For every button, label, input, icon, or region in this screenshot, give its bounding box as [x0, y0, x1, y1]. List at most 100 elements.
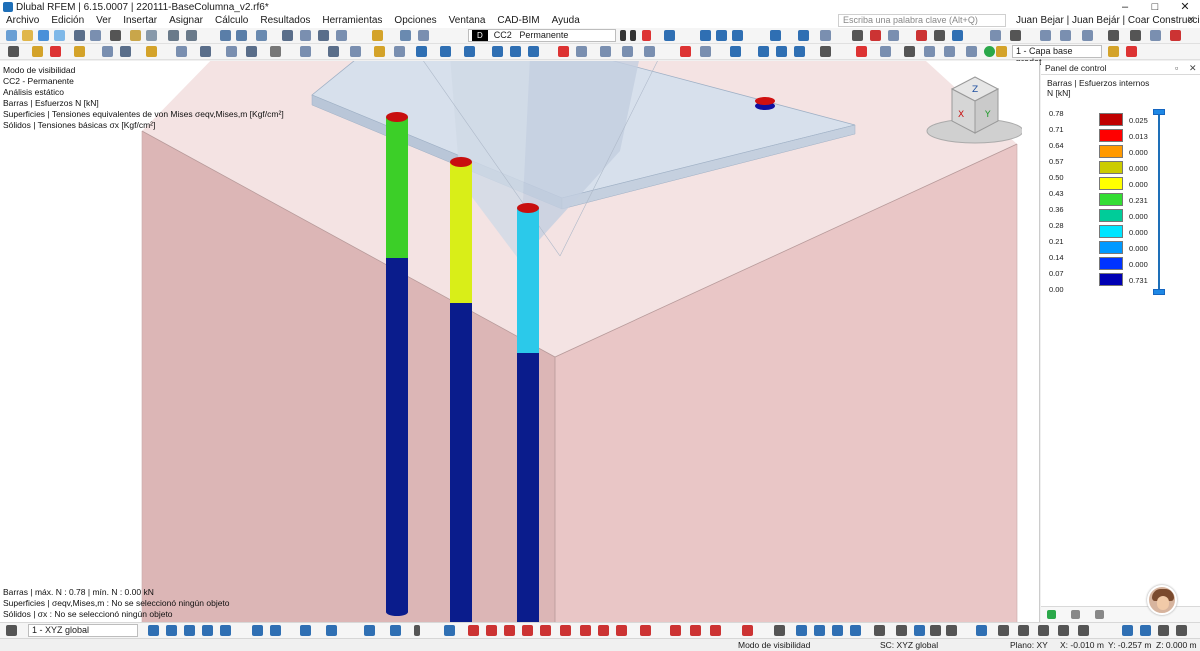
guideline-icon[interactable] — [300, 625, 311, 636]
arc-icon[interactable] — [486, 625, 497, 636]
isolines-icon[interactable] — [776, 46, 787, 57]
menu-ver[interactable]: Ver — [90, 14, 117, 28]
surface-view-icon[interactable] — [904, 46, 915, 57]
zoom-window-icon[interactable] — [600, 46, 611, 57]
menu-ventana[interactable]: Ventana — [443, 14, 492, 28]
ortho-grid-icon[interactable] — [1176, 625, 1187, 636]
filter-icon[interactable] — [870, 30, 881, 41]
view-modes-icon[interactable] — [1060, 30, 1071, 41]
snap-grid-icon[interactable] — [148, 625, 159, 636]
results-icon[interactable] — [642, 30, 651, 41]
display-icon[interactable] — [952, 30, 963, 41]
delete-icon[interactable] — [916, 30, 927, 41]
legend-max-handle[interactable] — [1153, 109, 1165, 115]
print-graphic-icon[interactable] — [318, 30, 329, 41]
load-icon[interactable] — [200, 46, 211, 57]
intersect-icon[interactable] — [598, 625, 609, 636]
light-icon[interactable] — [820, 46, 831, 57]
model-icon[interactable] — [282, 30, 293, 41]
extremes-icon[interactable] — [732, 30, 743, 41]
guide-icon[interactable] — [990, 30, 1001, 41]
user-avatar[interactable] — [1147, 585, 1177, 615]
numbering-icon[interactable] — [794, 46, 805, 57]
nurbs-icon[interactable] — [580, 625, 591, 636]
view-y-icon[interactable] — [510, 46, 521, 57]
angle-lock-icon[interactable] — [976, 625, 987, 636]
line-filter-icon[interactable] — [700, 46, 711, 57]
animation-icon[interactable] — [798, 30, 809, 41]
pan-icon[interactable] — [622, 46, 633, 57]
perpendicular-icon[interactable] — [390, 625, 401, 636]
node-filter-icon[interactable] — [680, 46, 691, 57]
menu-calculo[interactable]: Cálculo — [209, 14, 254, 28]
clipping-icon[interactable] — [1170, 30, 1181, 41]
mirror-icon[interactable] — [246, 46, 257, 57]
layer-selector[interactable]: 1 - Capa base predet... — [1012, 45, 1102, 67]
print-icon[interactable] — [110, 30, 121, 41]
keyword-search-input[interactable]: Escriba una palabra clave (Alt+Q) — [838, 14, 1006, 27]
orbit-icon[interactable] — [644, 46, 655, 57]
load-case-selector[interactable]: D CC2 Permanente — [468, 29, 616, 42]
menu-ayuda[interactable]: Ayuda — [546, 14, 586, 28]
menu-insertar[interactable]: Insertar — [117, 14, 163, 28]
open-file-icon[interactable] — [22, 30, 33, 41]
member-icon[interactable] — [50, 46, 61, 57]
extend-icon[interactable] — [616, 625, 627, 636]
zoom-all-icon[interactable] — [576, 46, 587, 57]
split-view-icon[interactable] — [236, 30, 247, 41]
cloud-icon[interactable] — [54, 30, 65, 41]
work-plane-icon[interactable] — [1010, 30, 1021, 41]
endpoint-icon[interactable] — [1078, 625, 1089, 636]
line-style-icon[interactable] — [1082, 30, 1093, 41]
grid-points-icon[interactable] — [1140, 625, 1151, 636]
snap-node-icon[interactable] — [166, 625, 177, 636]
work-plane-snap-icon[interactable] — [850, 625, 861, 636]
view-layout-icon[interactable] — [220, 30, 231, 41]
measure-angle-icon[interactable] — [998, 625, 1009, 636]
support-icon[interactable] — [146, 46, 157, 57]
line-draw-icon[interactable] — [444, 625, 455, 636]
legend-icon[interactable] — [758, 46, 769, 57]
grid-lines-icon[interactable] — [1158, 625, 1169, 636]
polyline-icon[interactable] — [468, 625, 479, 636]
result-values-icon[interactable] — [716, 30, 727, 41]
opening-icon[interactable] — [120, 46, 131, 57]
offset-icon[interactable] — [690, 625, 701, 636]
redo-icon[interactable] — [186, 30, 197, 41]
node-icon[interactable] — [8, 46, 19, 57]
panel-float-icon[interactable]: ▫ — [1175, 61, 1178, 75]
restore-doc-icon[interactable]: ▫ — [1166, 14, 1180, 28]
dxf-icon[interactable] — [372, 30, 383, 41]
quadrant-icon[interactable] — [1058, 625, 1069, 636]
screenshot-icon[interactable] — [336, 30, 347, 41]
3d-viewport[interactable]: Modo de visibilidad CC2 - Permanente Aná… — [0, 61, 1040, 622]
cs-snap-icon[interactable] — [832, 625, 843, 636]
parallel-icon[interactable] — [414, 625, 420, 636]
ortho-icon[interactable] — [796, 625, 807, 636]
divide-icon[interactable] — [328, 46, 339, 57]
table-icon[interactable] — [146, 30, 157, 41]
save-icon[interactable] — [74, 30, 85, 41]
polar-icon[interactable] — [814, 625, 825, 636]
comment-icon[interactable] — [394, 46, 405, 57]
connect-icon[interactable] — [640, 625, 651, 636]
move-icon[interactable] — [270, 46, 281, 57]
hinge-icon[interactable] — [176, 46, 187, 57]
panel-close-icon[interactable]: ✕ — [1189, 61, 1197, 75]
color-legend[interactable]: 0.78 0.71 0.64 0.57 0.50 0.43 0.36 0.28 … — [1041, 109, 1200, 299]
coordinate-icon[interactable] — [440, 46, 451, 57]
warning-icon[interactable] — [856, 46, 867, 57]
graphics-icon[interactable] — [300, 30, 311, 41]
filter-tab-icon[interactable] — [1095, 610, 1104, 619]
save-all-icon[interactable] — [90, 30, 101, 41]
angle-icon[interactable] — [874, 625, 885, 636]
factors-tab-icon[interactable] — [1071, 610, 1080, 619]
dimension-snap-icon[interactable] — [774, 625, 785, 636]
dimension-line-icon[interactable] — [374, 46, 385, 57]
open-folder-icon[interactable] — [38, 30, 49, 41]
snap-member-icon[interactable] — [202, 625, 213, 636]
font-size-icon[interactable] — [1108, 30, 1119, 41]
minimize-icon[interactable]: – — [1110, 0, 1140, 14]
circle-icon[interactable] — [504, 625, 515, 636]
member-view-icon[interactable] — [880, 46, 891, 57]
